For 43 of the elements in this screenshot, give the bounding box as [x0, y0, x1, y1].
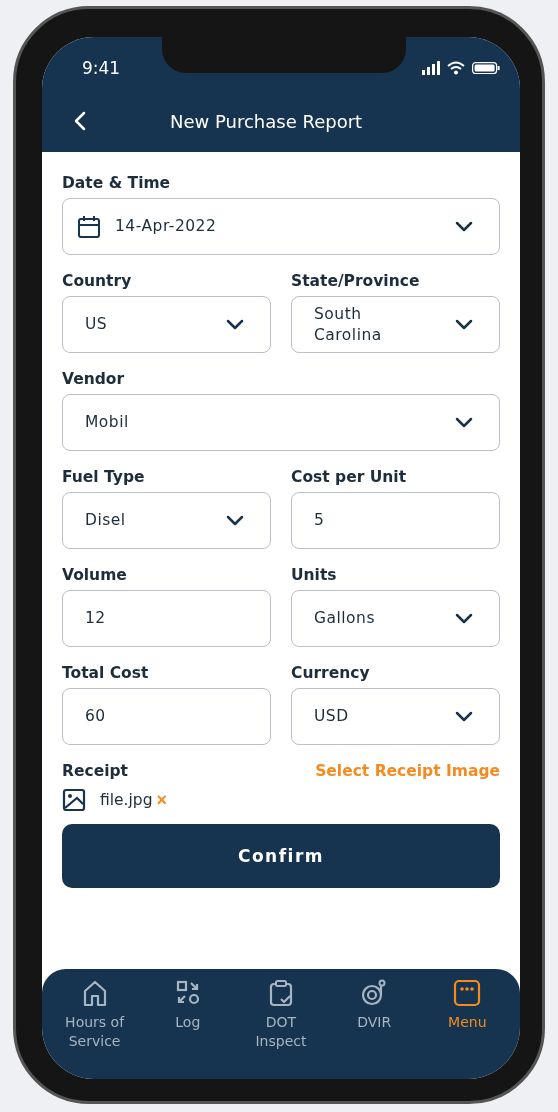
- signal-icon: [422, 60, 440, 76]
- dropdown-field[interactable]: Mobil: [62, 394, 500, 451]
- chevron-down-icon: [226, 319, 244, 330]
- nav-tab[interactable]: Menu: [427, 979, 508, 1032]
- dropdown-field[interactable]: US: [62, 296, 271, 353]
- battery-icon: [472, 62, 500, 74]
- wifi-icon: [447, 61, 465, 75]
- field-label: Units: [291, 566, 338, 584]
- screen-title: New Purchase Report: [170, 110, 363, 132]
- field-label: Country: [62, 272, 133, 290]
- menu-icon: [453, 979, 482, 1007]
- input-field[interactable]: 5: [291, 492, 500, 549]
- nav-tab[interactable]: DOT Inspect: [240, 979, 321, 1051]
- dropdown-field[interactable]: USD: [291, 688, 500, 745]
- calendar-icon: [77, 214, 101, 239]
- nav-tab[interactable]: Hours of Service: [54, 979, 135, 1051]
- field-label: Volume: [62, 566, 128, 584]
- dropdown-field[interactable]: Gallons: [291, 590, 500, 647]
- chevron-down-icon: [455, 711, 473, 722]
- field-label: Cost per Unit: [291, 468, 408, 486]
- dropdown-field[interactable]: South Carolina: [291, 296, 500, 353]
- file-name: file.jpg: [100, 791, 153, 809]
- chevron-down-icon: [455, 613, 473, 624]
- nav-tab[interactable]: Log: [147, 979, 228, 1032]
- field-label: Currency: [291, 664, 371, 682]
- input-field[interactable]: 12: [62, 590, 271, 647]
- field-label: State/Province: [291, 272, 421, 290]
- status-time: 9:41: [82, 58, 121, 78]
- chevron-down-icon: [226, 515, 244, 526]
- input-field[interactable]: 60: [62, 688, 271, 745]
- chevron-down-icon: [455, 417, 473, 428]
- field-label: Total Cost: [62, 664, 150, 682]
- image-icon: [62, 788, 86, 812]
- chevron-down-icon: [455, 221, 473, 232]
- field-label: Vendor: [62, 370, 126, 388]
- nav-tab[interactable]: DVIR: [334, 979, 415, 1032]
- date-picker[interactable]: 14-Apr-2022: [62, 198, 500, 255]
- field-label: Fuel Type: [62, 468, 146, 486]
- receipt-label: Receipt: [62, 762, 128, 780]
- confirm-button[interactable]: Confirm: [62, 824, 500, 888]
- field-label: Date & Time: [62, 174, 172, 192]
- chevron-down-icon: [455, 319, 473, 330]
- dropdown-field[interactable]: Disel: [62, 492, 271, 549]
